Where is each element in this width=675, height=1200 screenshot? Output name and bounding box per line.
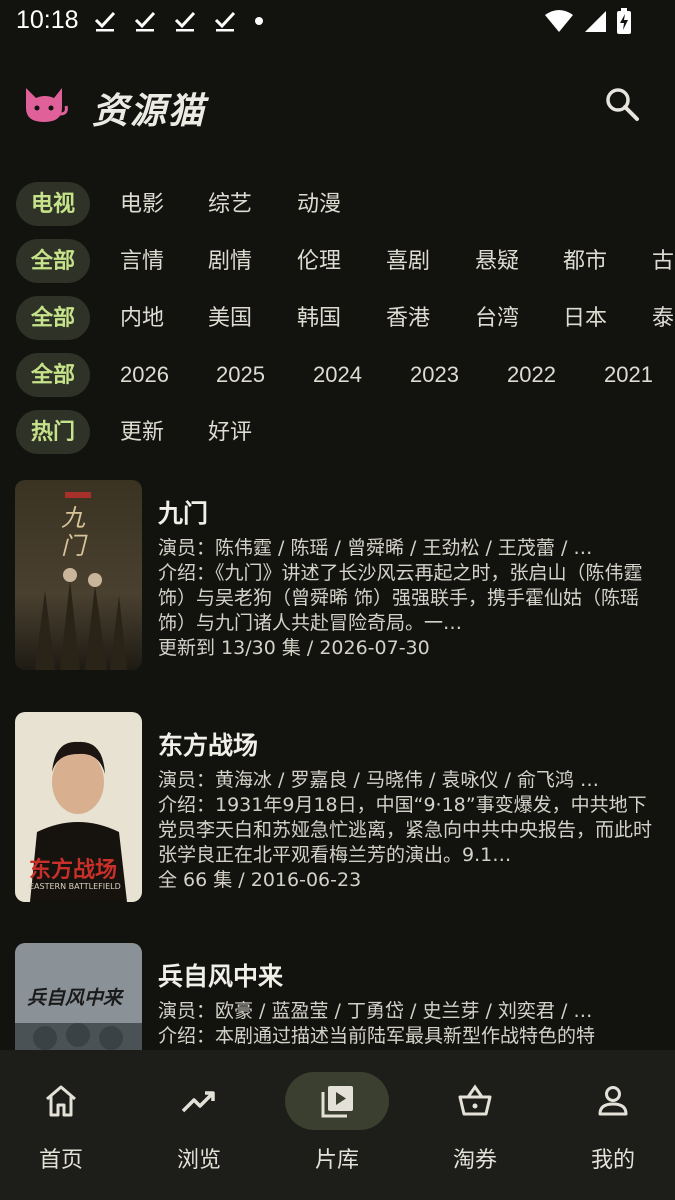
filter-chip[interactable]: 泰 [652,296,674,340]
filter-row-type: 电视 电影 综艺 动漫 [0,176,675,233]
item-info: 东方战场 演员：黄海冰 / 罗嘉良 / 马晓伟 / 袁咏仪 / 俞飞鸿 … 介绍… [158,726,658,893]
nav-label: 我的 [590,1148,635,1173]
nav-item-browse[interactable]: 浏览 [144,1072,254,1173]
nav-label: 浏览 [176,1148,221,1173]
item-title: 兵自风中来 [158,963,284,991]
app-bar: 资源猫 [0,70,675,140]
filter-chip[interactable]: 综艺 [208,182,252,226]
item-title: 九门 [158,500,209,528]
filter-row-genre: 全部 言情 剧情 伦理 喜剧 悬疑 都市 古 [0,233,675,290]
notification-icons [94,10,264,32]
filter-chip[interactable]: 2024 [313,353,362,397]
filter-chip[interactable]: 香港 [386,296,430,340]
filter-panel: 电视 电影 综艺 动漫 全部 言情 剧情 伦理 喜剧 悬疑 都市 古 全部 内地… [0,176,675,461]
filter-chip[interactable]: 剧情 [208,239,252,283]
filter-chip[interactable]: 2023 [410,353,459,397]
filter-chip[interactable]: 内地 [120,296,164,340]
status-time: 10:18 [16,6,79,34]
filter-chip-selected[interactable]: 热门 [16,410,91,454]
item-title: 东方战场 [158,732,259,760]
item-cast: 演员：欧豪 / 蓝盈莹 / 丁勇岱 / 史兰芽 / 刘奕君 / … [158,1000,593,1022]
item-update: 更新到 13/30 集 / 2026-07-30 [158,637,430,659]
filter-chip[interactable]: 2021 [604,353,653,397]
status-bar: 10:18 [0,0,675,44]
filter-chip[interactable]: 韩国 [297,296,341,340]
filter-chip[interactable]: 喜剧 [386,239,430,283]
cell-signal-icon [585,11,606,32]
list-item[interactable]: 九门 九门 演员：陈伟霆 / 陈瑶 / 曾舜晞 / 王劲松 / 王茂蕾 / … … [0,480,675,672]
wifi-icon [545,10,573,32]
nav-label: 淘券 [452,1148,497,1173]
more-notifications-dot-icon [255,17,263,25]
filter-chip[interactable]: 2025 [216,353,265,397]
item-intro: 介绍：《九门》讲述了长沙风云再起之时，张启山（陈伟霆 饰）与吴老狗（曾舜晞 饰）… [158,562,643,634]
trending-icon [181,1091,215,1113]
filter-row-region: 全部 内地 美国 韩国 香港 台湾 日本 泰 [0,290,675,347]
item-info: 九门 演员：陈伟霆 / 陈瑶 / 曾舜晞 / 王劲松 / 王茂蕾 / … 介绍：… [158,494,658,661]
filter-row-year: 全部 2026 2025 2024 2023 2022 2021 [0,347,675,404]
filter-chip-selected[interactable]: 全部 [16,239,91,283]
filter-chip-selected[interactable]: 全部 [16,296,91,340]
item-update: 全 66 集 / 2016-06-23 [158,869,362,891]
poster-title-text: 东方战场 [29,858,118,883]
filter-chip[interactable]: 伦理 [297,239,341,283]
poster-image[interactable]: 东方战场 EASTERN BATTLEFIELD [15,712,142,902]
cat-logo-icon [26,88,68,122]
item-cast: 演员：陈伟霆 / 陈瑶 / 曾舜晞 / 王劲松 / 王茂蕾 / … [158,537,593,559]
home-icon [46,1085,76,1117]
nav-icon-container [423,1072,527,1130]
filter-chip[interactable]: 悬疑 [475,239,519,283]
filter-chip[interactable]: 好评 [208,410,252,454]
filter-chip[interactable]: 2026 [120,353,169,397]
library-icon [321,1086,353,1118]
filter-chip-selected[interactable]: 全部 [16,353,91,397]
list-item[interactable]: 兵自风中来 兵自风中来 演员：欧豪 / 蓝盈莹 / 丁勇岱 / 史兰芽 / 刘奕… [0,943,675,1050]
poster-image[interactable]: 兵自风中来 [15,943,142,1050]
filter-chip-selected[interactable]: 电视 [16,182,91,226]
poster-title-text: 兵自风中来 [27,987,123,1009]
app-title: 资源猫 [92,90,207,132]
basket-icon [458,1084,492,1116]
download-done-icon [174,11,196,32]
poster-image[interactable]: 九门 [15,480,142,670]
nav-icon-container [561,1072,665,1130]
filter-chip[interactable]: 古 [652,239,674,283]
download-done-icon [214,11,236,32]
filter-chip[interactable]: 美国 [208,296,252,340]
item-cast: 演员：黄海冰 / 罗嘉良 / 马晓伟 / 袁咏仪 / 俞飞鸿 … [158,769,599,791]
filter-chip[interactable]: 言情 [120,239,164,283]
download-done-icon [94,11,116,32]
nav-item-home[interactable]: 首页 [6,1072,116,1173]
filter-row-sort: 热门 更新 好评 [0,404,675,461]
nav-label: 首页 [38,1148,83,1173]
filter-chip[interactable]: 更新 [120,410,164,454]
filter-chip[interactable]: 动漫 [297,182,341,226]
filter-chip[interactable]: 日本 [563,296,607,340]
show-list: 九门 九门 演员：陈伟霆 / 陈瑶 / 曾舜晞 / 王劲松 / 王茂蕾 / … … [0,480,675,1050]
bottom-navigation: 首页 浏览 片库 淘券 我的 [0,1050,675,1200]
battery-charging-icon [617,8,631,34]
poster-subtitle-text: EASTERN BATTLEFIELD [29,882,121,891]
item-intro: 介绍：1931年9月18日，中国“9·18”事变爆发，中共地下党员李天白和苏娅急… [158,794,653,866]
filter-chip[interactable]: 台湾 [475,296,519,340]
nav-icon-container [9,1072,113,1130]
person-icon [598,1086,628,1116]
search-icon[interactable] [604,86,640,122]
filter-chip[interactable]: 2022 [507,353,556,397]
list-item[interactable]: 东方战场 EASTERN BATTLEFIELD 东方战场 演员：黄海冰 / 罗… [0,712,675,904]
filter-chip[interactable]: 电影 [120,182,164,226]
download-done-icon [134,11,156,32]
nav-icon-container [285,1072,389,1130]
nav-item-profile[interactable]: 我的 [558,1072,668,1173]
nav-item-coupons[interactable]: 淘券 [420,1072,530,1173]
nav-label: 片库 [314,1148,359,1173]
item-info: 兵自风中来 演员：欧豪 / 蓝盈莹 / 丁勇岱 / 史兰芽 / 刘奕君 / … … [158,957,658,1050]
item-intro: 介绍：本剧通过描述当前陆军最具新型作战特色的特 [158,1025,596,1047]
nav-icon-container [147,1072,251,1130]
filter-chip[interactable]: 都市 [563,239,607,283]
poster-title-text: 九门 [61,504,85,560]
nav-item-library[interactable]: 片库 [282,1072,392,1173]
